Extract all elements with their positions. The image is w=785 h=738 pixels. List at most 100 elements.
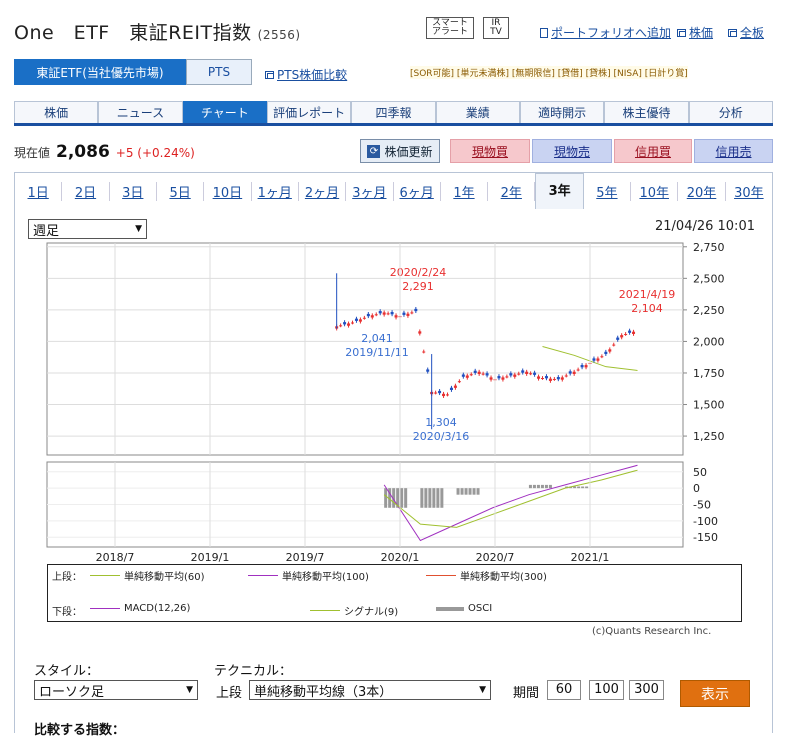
osci-bar [432,488,436,508]
copyright: (c)Quants Research Inc. [592,626,712,637]
technical-label: テクニカル： [214,664,293,679]
period-input-3[interactable]: 300 [629,680,664,700]
price-tick-label: 1,750 [693,367,725,380]
candle-body [580,365,584,368]
osci-bar [573,486,577,489]
candle-body [473,370,477,373]
candle-body [343,322,347,325]
show-button[interactable]: 表示 [680,680,750,707]
legend-bottom-label: 下段： [52,607,82,618]
candle-body [414,308,418,312]
candle-body [382,312,386,315]
osci-bar [468,488,472,495]
candle-body [513,374,517,377]
style-label: スタイル： [34,664,100,679]
legend-signal: シグナル(9) [310,603,398,618]
osci-bar [464,488,468,495]
legend-osci: OSCI [436,603,492,614]
chart-annotation: 2021/4/19 [619,288,675,301]
candle-body [485,373,489,376]
macd-tick-label: -150 [693,531,718,544]
candle-body [461,374,465,377]
osci-bar [436,488,440,508]
candle-body [358,319,362,322]
style-select[interactable]: ローソク足 ▼ [34,680,198,700]
chart-annotation: 2,041 [361,332,393,345]
candle-body [469,374,473,376]
candle-body [477,371,481,374]
candle-body [370,315,374,318]
candle-body [362,317,366,319]
price-tick-label: 2,000 [693,335,725,348]
osci-bar [577,486,581,489]
legend-ma300: 単純移動平均(300) [426,568,547,583]
candle-body [620,335,624,338]
macd-tick-label: -100 [693,515,718,528]
legend-ma100: 単純移動平均(100) [248,568,369,583]
period-input-2[interactable]: 100 [589,680,624,700]
candle-body [568,371,572,374]
candle-body [525,371,529,374]
price-tick-label: 2,500 [693,272,725,285]
osci-bar [424,488,428,508]
osci-bar [540,484,544,489]
candle-body [434,392,438,394]
candle-body [608,349,612,352]
macd-tick-label: 0 [693,482,700,495]
candle-body [406,313,410,316]
price-tick-label: 1,500 [693,399,725,412]
candle-body [394,315,398,318]
osci-bar [544,484,548,489]
candle-body [410,312,414,314]
candle-body [612,344,616,346]
osci-bar [440,488,444,508]
candle-body [347,323,351,326]
candle-body [442,393,446,397]
candle-body [374,314,378,316]
price-chart: 2,750 2,500 2,250 2,000 1,750 1,500 1,250 50 0 -5… [46,241,725,564]
candle-body [560,377,564,380]
candle-body [572,371,576,374]
chevron-down-icon: ▼ [479,685,486,695]
candle-body [624,333,628,335]
osci-bar [404,488,408,508]
candle-body [351,322,354,324]
osci-bar [460,488,464,495]
candle-body [521,370,525,373]
candle-body [509,373,513,376]
x-tick-label: 2019/7 [286,551,325,564]
candle-body [453,385,457,388]
candle-body [446,394,449,396]
osci-bar [528,484,532,489]
candle-body [438,390,442,394]
candle-body [481,373,485,375]
candle-body [544,376,548,379]
candle-body [402,312,406,315]
x-tick-label: 2021/1 [571,551,610,564]
candle-body [390,312,394,315]
candle-body [457,381,461,383]
x-tick-label: 2020/1 [381,551,420,564]
osci-bar [428,488,432,508]
price-tick-label: 1,250 [693,430,725,443]
x-tick-label: 2019/1 [191,551,230,564]
price-tick-label: 2,250 [693,304,725,317]
candle-body [552,378,556,380]
candle-body [366,313,370,317]
candle-body [422,351,426,353]
legend-ma60: 単純移動平均(60) [90,568,205,583]
chart-annotation: 2020/2/24 [390,266,446,279]
candle-body [556,377,560,380]
technical-select[interactable]: 単純移動平均線（3本） ▼ [249,680,491,700]
candle-body [465,375,469,378]
candle-body [576,369,580,371]
candle-body [628,330,632,333]
candle-body [541,378,544,380]
osci-bar [581,486,585,489]
x-tick-label: 2020/7 [476,551,515,564]
osci-bar [420,488,424,508]
chart-legend: 上段： 単純移動平均(60) 単純移動平均(100) 単純移動平均(300) 下… [47,564,742,622]
chart-annotation: 2019/11/11 [345,346,408,359]
candle-body [533,372,537,375]
period-input-1[interactable]: 60 [547,680,581,700]
